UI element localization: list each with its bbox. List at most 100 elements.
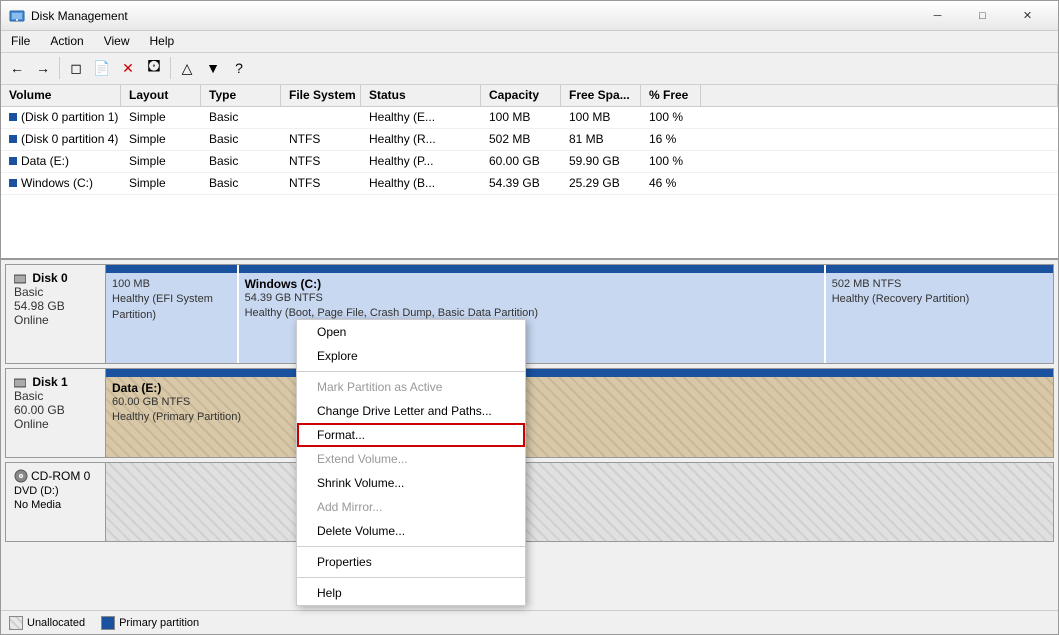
legend-primary-label: Primary partition [119, 617, 199, 629]
cell-capacity: 100 MB [481, 107, 561, 128]
disk-indicator-icon [9, 179, 17, 187]
cdrom-content [106, 463, 1053, 541]
partition-content-data: Data (E:) 60.00 GB NTFS Healthy (Primary… [106, 377, 1053, 457]
toolbar-btn-2[interactable]: 📄 [90, 56, 114, 80]
cell-fs: NTFS [281, 129, 361, 150]
cell-fs: NTFS [281, 151, 361, 172]
context-menu-open[interactable]: Open [297, 320, 525, 344]
legend-unallocated: Unallocated [9, 616, 85, 630]
context-menu-delete[interactable]: Delete Volume... [297, 519, 525, 543]
cdrom-type: DVD (D:) [14, 485, 97, 497]
disk0-partition-recovery[interactable]: 502 MB NTFS Healthy (Recovery Partition) [826, 265, 1053, 363]
partition-content-recovery: 502 MB NTFS Healthy (Recovery Partition) [826, 273, 1053, 363]
menubar: File Action View Help [1, 31, 1058, 53]
disk0-partition-efi[interactable]: 100 MB Healthy (EFI System Partition) [106, 265, 239, 363]
disk-indicator-icon [9, 113, 17, 121]
context-menu-format[interactable]: Format... [297, 423, 525, 447]
cell-fs [281, 107, 361, 128]
menu-help[interactable]: Help [140, 32, 185, 50]
header-status: Status [361, 85, 481, 106]
cell-volume: (Disk 0 partition 4) [1, 129, 121, 150]
disk0-partitions: 100 MB Healthy (EFI System Partition) Wi… [106, 265, 1053, 363]
cell-layout: Simple [121, 107, 201, 128]
disk1-partition-data[interactable]: Data (E:) 60.00 GB NTFS Healthy (Primary… [106, 369, 1053, 457]
header-type: Type [201, 85, 281, 106]
context-menu-add-mirror: Add Mirror... [297, 495, 525, 519]
cdrom-status: No Media [14, 499, 97, 511]
main-window: Disk Management ─ □ ✕ File Action View H… [0, 0, 1059, 635]
header-capacity: Capacity [481, 85, 561, 106]
cell-status: Healthy (R... [361, 129, 481, 150]
menu-action[interactable]: Action [40, 32, 93, 50]
cell-rest [701, 129, 1058, 150]
partition-content-efi: 100 MB Healthy (EFI System Partition) [106, 273, 237, 363]
menu-file[interactable]: File [1, 32, 40, 50]
header-fs: File System [281, 85, 361, 106]
cell-rest [701, 151, 1058, 172]
table-row[interactable]: Data (E:) Simple Basic NTFS Healthy (P..… [1, 151, 1058, 173]
window-title: Disk Management [31, 9, 915, 23]
context-menu-change-drive[interactable]: Change Drive Letter and Paths... [297, 399, 525, 423]
toolbar: ← → ◻ 📄 ✕ 🖸 △ ▼ ? [1, 53, 1058, 85]
cell-fs: NTFS [281, 173, 361, 194]
cell-type: Basic [201, 129, 281, 150]
context-menu-shrink[interactable]: Shrink Volume... [297, 471, 525, 495]
disk1-type: Basic [14, 389, 97, 403]
partition-desc-recovery: Healthy (Recovery Partition) [832, 292, 1047, 307]
context-separator-3 [297, 577, 525, 578]
toolbar-btn-1[interactable]: ◻ [64, 56, 88, 80]
disk-graphical-area: Disk 0 Basic 54.98 GB Online 100 MB Heal… [1, 260, 1058, 610]
partition-desc-efi: Healthy (EFI System Partition) [112, 292, 231, 323]
disk1-partitions: Data (E:) 60.00 GB NTFS Healthy (Primary… [106, 369, 1053, 457]
cell-type: Basic [201, 107, 281, 128]
context-menu-mark-active: Mark Partition as Active [297, 375, 525, 399]
header-freespace: Free Spa... [561, 85, 641, 106]
titlebar: Disk Management ─ □ ✕ [1, 1, 1058, 31]
toolbar-separator-1 [59, 57, 60, 79]
context-menu-explore[interactable]: Explore [297, 344, 525, 368]
context-menu-help[interactable]: Help [297, 581, 525, 605]
toolbar-btn-4[interactable]: 🖸 [142, 56, 166, 80]
cell-capacity: 60.00 GB [481, 151, 561, 172]
table-row[interactable]: (Disk 0 partition 1) Simple Basic Health… [1, 107, 1058, 129]
legend-unalloc-box [9, 616, 23, 630]
disk-indicator-icon [9, 135, 17, 143]
minimize-button[interactable]: ─ [915, 1, 960, 31]
disk0-row: Disk 0 Basic 54.98 GB Online 100 MB Heal… [5, 264, 1054, 364]
partition-name-data: Data (E:) [112, 381, 1047, 395]
volume-table: Volume Layout Type File System Status Ca… [1, 85, 1058, 260]
cell-layout: Simple [121, 129, 201, 150]
context-menu-extend: Extend Volume... [297, 447, 525, 471]
header-volume: Volume [1, 85, 121, 106]
toolbar-btn-7[interactable]: ? [227, 56, 251, 80]
disk1-label: Disk 1 Basic 60.00 GB Online [6, 369, 106, 457]
context-menu-properties[interactable]: Properties [297, 550, 525, 574]
disk-indicator-icon [9, 157, 17, 165]
toolbar-btn-3[interactable]: ✕ [116, 56, 140, 80]
maximize-button[interactable]: □ [960, 1, 1005, 31]
back-button[interactable]: ← [5, 56, 29, 80]
app-icon [9, 8, 25, 24]
table-row[interactable]: Windows (C:) Simple Basic NTFS Healthy (… [1, 173, 1058, 195]
context-separator-1 [297, 371, 525, 372]
menu-view[interactable]: View [94, 32, 140, 50]
cell-status: Healthy (B... [361, 173, 481, 194]
table-row[interactable]: (Disk 0 partition 4) Simple Basic NTFS H… [1, 129, 1058, 151]
cell-status: Healthy (E... [361, 107, 481, 128]
cell-freespace: 81 MB [561, 129, 641, 150]
close-button[interactable]: ✕ [1005, 1, 1050, 31]
disk0-label: Disk 0 Basic 54.98 GB Online [6, 265, 106, 363]
cell-type: Basic [201, 173, 281, 194]
partition-size-efi: 100 MB [112, 277, 231, 292]
partition-size-windows: 54.39 GB NTFS [245, 291, 818, 306]
cell-volume: Data (E:) [1, 151, 121, 172]
disk0-type: Basic [14, 285, 97, 299]
disk1-size: 60.00 GB [14, 403, 97, 417]
main-content: Volume Layout Type File System Status Ca… [1, 85, 1058, 634]
toolbar-btn-5[interactable]: △ [175, 56, 199, 80]
partition-header-windows [239, 265, 824, 273]
forward-button[interactable]: → [31, 56, 55, 80]
toolbar-separator-2 [170, 57, 171, 79]
toolbar-btn-6[interactable]: ▼ [201, 56, 225, 80]
legend: Unallocated Primary partition [1, 610, 1058, 634]
